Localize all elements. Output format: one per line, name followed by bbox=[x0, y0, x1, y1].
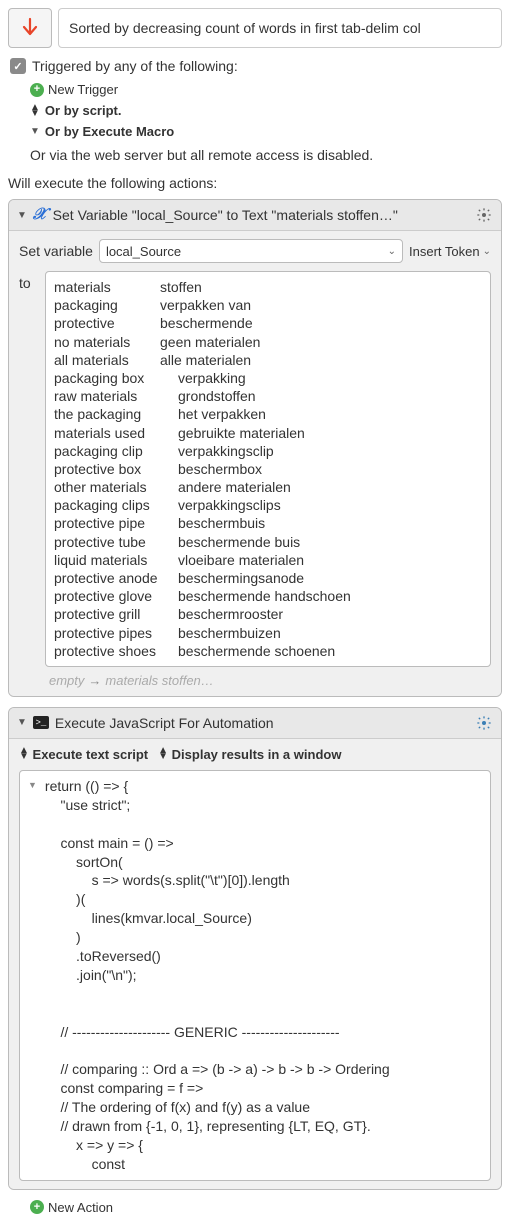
data-line: protective pipebeschermbuis bbox=[54, 514, 482, 532]
chevron-down-icon: ⌄ bbox=[483, 246, 491, 257]
data-line: materials usedgebruikte materialen bbox=[54, 424, 482, 442]
macro-icon-well[interactable] bbox=[8, 8, 52, 48]
insert-token-button[interactable]: Insert Token ⌄ bbox=[409, 244, 491, 259]
updown-icon: ▲▼ bbox=[19, 748, 29, 760]
new-trigger-button[interactable]: + New Trigger bbox=[30, 82, 502, 97]
chevron-down-icon: ▼ bbox=[17, 210, 27, 221]
new-action-label: New Action bbox=[48, 1200, 113, 1215]
action-header[interactable]: ▼ 𝒳 Set Variable "local_Source" to Text … bbox=[9, 200, 501, 231]
plus-icon: + bbox=[30, 83, 44, 97]
chevron-down-icon: ▼ bbox=[17, 717, 27, 728]
script-output-label: Display results in a window bbox=[172, 747, 342, 762]
script-source-label: Execute text script bbox=[33, 747, 149, 762]
data-line: packaging clipsverpakkingsclips bbox=[54, 496, 482, 514]
script-textarea[interactable]: ▼ return (() => { "use strict"; const ma… bbox=[19, 770, 491, 1181]
updown-icon: ▲▼ bbox=[30, 105, 40, 117]
or-by-script-label: Or by script. bbox=[45, 103, 122, 118]
gear-icon[interactable] bbox=[475, 206, 493, 224]
updown-icon: ▲▼ bbox=[158, 748, 168, 760]
data-line: no materialsgeen materialen bbox=[54, 333, 482, 351]
terminal-icon: >_ bbox=[33, 716, 49, 729]
arrow-right-icon: → bbox=[88, 673, 101, 688]
data-line: protective grillbeschermrooster bbox=[54, 605, 482, 623]
variable-x-icon: 𝒳 bbox=[33, 206, 47, 224]
data-line: protectivebeschermende bbox=[54, 314, 482, 332]
triggers-enabled-checkbox[interactable]: ✓ bbox=[10, 58, 26, 74]
data-line: packagingverpakken van bbox=[54, 296, 482, 314]
script-output-select[interactable]: ▲▼ Display results in a window bbox=[158, 747, 341, 762]
or-by-execute-macro-row[interactable]: ▼ Or by Execute Macro bbox=[30, 124, 502, 139]
preview-row: empty → materials stoffen… bbox=[19, 673, 491, 688]
data-line: all materialsalle materialen bbox=[54, 351, 482, 369]
data-line: protective glovebeschermende handschoen bbox=[54, 587, 482, 605]
down-arrow-icon bbox=[18, 16, 42, 40]
or-by-script-row[interactable]: ▲▼ Or by script. bbox=[30, 103, 502, 118]
data-line: protective pipesbeschermbuizen bbox=[54, 624, 482, 642]
action-execute-javascript: ▼ >_ Execute JavaScript For Automation ▲… bbox=[8, 707, 502, 1190]
action-title: Set Variable "local_Source" to Text "mat… bbox=[53, 207, 398, 223]
chevron-down-icon: ▼ bbox=[30, 126, 40, 137]
variable-name-value: local_Source bbox=[106, 244, 181, 259]
data-line: protective anodebeschermingsanode bbox=[54, 569, 482, 587]
action-header[interactable]: ▼ >_ Execute JavaScript For Automation bbox=[9, 708, 501, 739]
chevron-down-icon: ▼ bbox=[28, 777, 37, 1174]
data-line: liquid materialsvloeibare materialen bbox=[54, 551, 482, 569]
data-line: the packaginghet verpakken bbox=[54, 405, 482, 423]
action-title: Execute JavaScript For Automation bbox=[55, 715, 274, 731]
script-code: return (() => { "use strict"; const main… bbox=[45, 777, 482, 1174]
to-label: to bbox=[19, 271, 37, 291]
script-source-select[interactable]: ▲▼ Execute text script bbox=[19, 747, 148, 762]
chevron-down-icon: ⌄ bbox=[388, 246, 396, 257]
plus-icon: + bbox=[30, 1200, 44, 1214]
data-line: packaging boxverpakking bbox=[54, 369, 482, 387]
triggers-label: Triggered by any of the following: bbox=[32, 58, 238, 74]
data-line: other materialsandere materialen bbox=[54, 478, 482, 496]
or-by-execute-macro-label: Or by Execute Macro bbox=[45, 124, 174, 139]
action-set-variable: ▼ 𝒳 Set Variable "local_Source" to Text … bbox=[8, 199, 502, 697]
data-line: raw materialsgrondstoffen bbox=[54, 387, 482, 405]
insert-token-label: Insert Token bbox=[409, 244, 480, 259]
data-line: packaging clipverpakkingsclip bbox=[54, 442, 482, 460]
variable-value-textarea[interactable]: materialsstoffenpackagingverpakken vanpr… bbox=[45, 271, 491, 667]
data-line: protective shoesbeschermende schoenen bbox=[54, 642, 482, 660]
gear-icon[interactable] bbox=[475, 714, 493, 732]
preview-result: materials stoffen… bbox=[105, 673, 213, 688]
macro-title-input[interactable] bbox=[58, 8, 502, 48]
data-line: protective tubebeschermende buis bbox=[54, 533, 482, 551]
new-trigger-label: New Trigger bbox=[48, 82, 118, 97]
or-via-web-label: Or via the web server but all remote acc… bbox=[30, 147, 502, 163]
will-execute-label: Will execute the following actions: bbox=[8, 175, 502, 191]
set-variable-label: Set variable bbox=[19, 243, 93, 259]
preview-empty: empty bbox=[49, 673, 84, 688]
data-line: materialsstoffen bbox=[54, 278, 482, 296]
data-line: protective boxbeschermbox bbox=[54, 460, 482, 478]
new-action-button[interactable]: + New Action bbox=[30, 1200, 502, 1215]
variable-name-select[interactable]: local_Source ⌄ bbox=[99, 239, 403, 263]
